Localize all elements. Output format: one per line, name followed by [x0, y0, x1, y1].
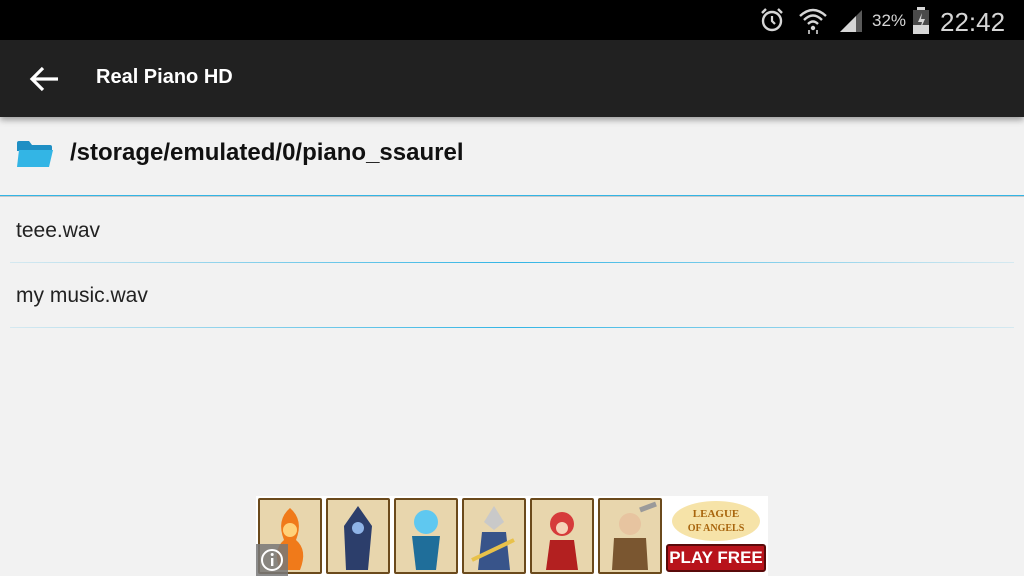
- divider: [0, 196, 1024, 197]
- current-path: /storage/emulated/0/piano_ssaurel: [70, 139, 464, 166]
- info-icon[interactable]: [256, 544, 288, 576]
- file-name: my music.wav: [16, 284, 148, 307]
- app-title: Real Piano HD: [96, 66, 233, 88]
- play-free-button[interactable]: PLAY FREE: [666, 544, 766, 572]
- battery-percent: 32%: [872, 11, 907, 30]
- wifi-icon: [799, 8, 827, 34]
- current-path-header: /storage/emulated/0/piano_ssaurel: [0, 117, 1024, 197]
- ad-logo: LEAGUE OF ANGELS: [672, 501, 760, 541]
- clock: 22:42: [940, 7, 1006, 37]
- svg-text:LEAGUE: LEAGUE: [693, 508, 739, 520]
- alarm-icon: [761, 8, 783, 32]
- file-list-item[interactable]: my music.wav: [0, 263, 1024, 328]
- signal-icon: [840, 10, 862, 32]
- ad-hero-portrait: [530, 498, 594, 574]
- back-button[interactable]: [26, 64, 62, 94]
- ad-hero-portrait: [598, 498, 662, 574]
- folder-icon: [17, 141, 53, 167]
- action-bar: Real Piano HD: [0, 40, 1024, 117]
- file-list-item[interactable]: teee.wav: [0, 198, 1024, 263]
- status-bar: 32% 22:42: [0, 0, 1024, 40]
- svg-text:OF ANGELS: OF ANGELS: [688, 523, 745, 534]
- file-name: teee.wav: [16, 219, 101, 242]
- ad-hero-portrait: [462, 498, 526, 574]
- ad-banner[interactable]: LEAGUE OF ANGELS PLAY FREE: [256, 496, 768, 576]
- ad-hero-portrait: [326, 498, 390, 574]
- ad-hero-portrait: [394, 498, 458, 574]
- divider: [10, 327, 1014, 328]
- arrow-left-icon: [29, 66, 58, 92]
- battery-icon: [913, 7, 929, 34]
